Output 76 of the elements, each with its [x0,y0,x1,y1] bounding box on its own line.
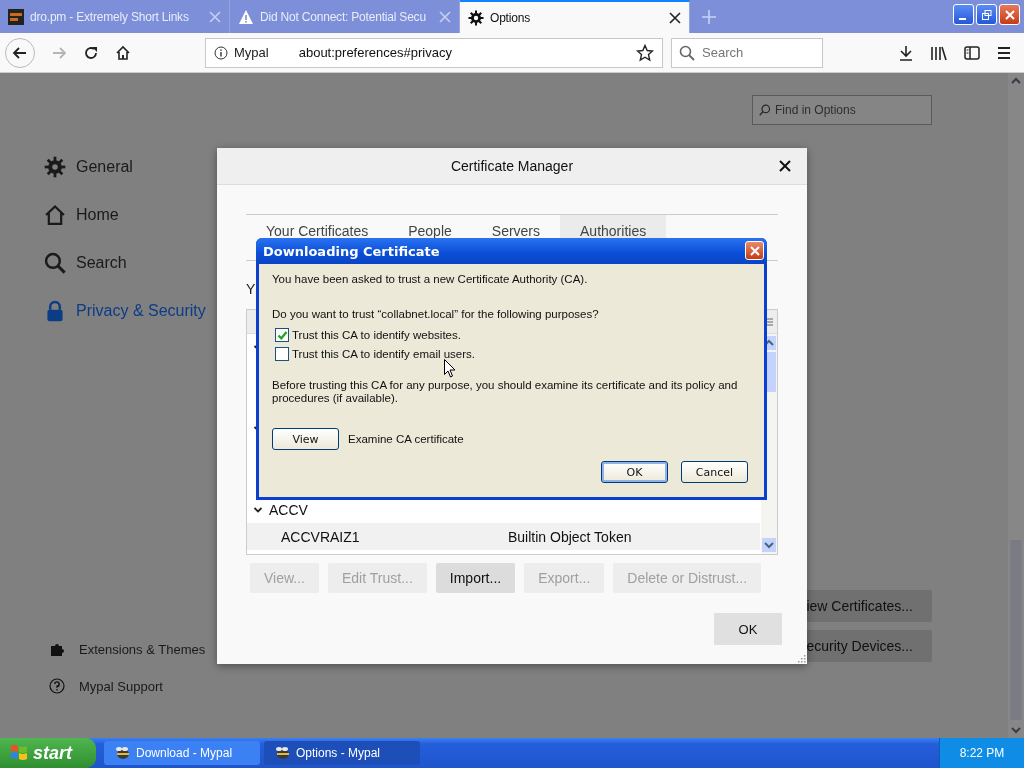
site-identity: Mypal [234,45,269,60]
restore-icon [981,9,992,20]
restore-button[interactable] [976,4,997,25]
group-label: ACCV [269,501,308,518]
tab-title: Options [490,10,531,25]
warning-icon [238,8,254,25]
category-item[interactable]: Privacy & Security [44,299,220,323]
sidebar-icon[interactable] [964,44,980,61]
taskbar-button[interactable]: Download - Mypal [104,741,260,765]
clock: 8:22 PM [959,746,1005,760]
reload-icon[interactable] [83,44,99,61]
category-item[interactable]: Search [44,251,220,275]
search-field[interactable]: Search [671,37,823,68]
site-favicon-icon [8,8,24,25]
checkbox[interactable] [275,328,289,342]
sidebar-link[interactable]: Mypal Support [49,678,220,694]
dialog-title: Downloading Certificate [263,243,440,259]
lock-icon [44,300,66,322]
home-icon [44,204,66,226]
info-icon[interactable] [214,45,228,60]
browser-tab[interactable]: Options [460,0,690,33]
url-text: about:preferences#privacy [298,45,453,60]
certificates-button[interactable]: iew Certificates... [807,590,932,622]
taskbar-button[interactable]: Options - Mypal [264,741,420,765]
library-icon[interactable] [930,44,948,61]
view-button[interactable]: View [272,428,339,450]
tab-title: dro.pm - Extremely Short Links [30,9,190,24]
certificate-action-button[interactable]: Import... [435,563,516,593]
arrow-left-icon [12,44,28,61]
mouse-cursor-icon [444,359,456,378]
close-icon [749,245,760,256]
question-text: Do you want to trust “collabnet.local” for the following purposes? [272,308,600,322]
close-button[interactable] [745,241,764,260]
star-icon[interactable] [636,43,654,62]
search-icon [759,104,771,116]
close-icon[interactable] [669,11,681,24]
scroll-down-icon[interactable] [1009,724,1023,736]
app-icon [114,745,130,761]
tab-title: Did Not Connect: Potential Secu [260,9,427,24]
certificates-button[interactable]: ecurity Devices... [807,630,932,662]
view-caption: Examine CA certificate [348,433,464,445]
minimize-icon [958,17,966,20]
close-icon [1004,9,1015,20]
dialog-button[interactable]: Cancel [681,461,748,483]
checkbox[interactable] [275,347,289,361]
search-icon [44,252,66,274]
download-icon[interactable] [898,44,914,61]
close-icon[interactable] [779,160,791,172]
windows-logo-icon [10,744,28,762]
start-button[interactable]: start [0,738,96,768]
scrollbar[interactable] [1008,73,1024,738]
resize-grip-icon[interactable] [797,654,806,663]
message-text: You have been asked to trust a new Certificate Authority (CA). [272,273,589,287]
home-icon[interactable] [115,44,131,61]
category-item[interactable]: Home [44,203,220,227]
scroll-down-icon[interactable] [762,538,776,552]
find-field[interactable]: Find in Options [752,95,932,125]
dialog-button[interactable]: OK [601,461,668,483]
checkbox-label: Trust this CA to identify email users. [292,348,475,360]
advice-text: Before trusting this CA for any purpose, you should examine its certificate and its policy and procedures (if available). [272,379,739,405]
dialog-title: Certificate Manager [450,158,574,174]
menu-icon[interactable] [996,44,1012,61]
category-item[interactable]: General [44,155,220,179]
close-button[interactable] [999,4,1020,25]
app-icon [274,745,290,761]
search-icon [679,44,695,61]
help-icon [49,678,65,694]
address-bar[interactable]: Mypal about:preferences#privacy [205,37,663,68]
ok-button[interactable]: OK [714,613,782,645]
minimize-button[interactable] [953,4,974,25]
intro-text: Y [246,281,257,297]
certificate-row[interactable]: ACCVRAIZ1 Builtin Object Token [247,523,760,550]
checkbox-label: Trust this CA to identify websites. [292,329,461,341]
gear-icon [468,9,484,26]
puzzle-icon [49,641,65,657]
sidebar-link[interactable]: Extensions & Themes [49,641,220,657]
